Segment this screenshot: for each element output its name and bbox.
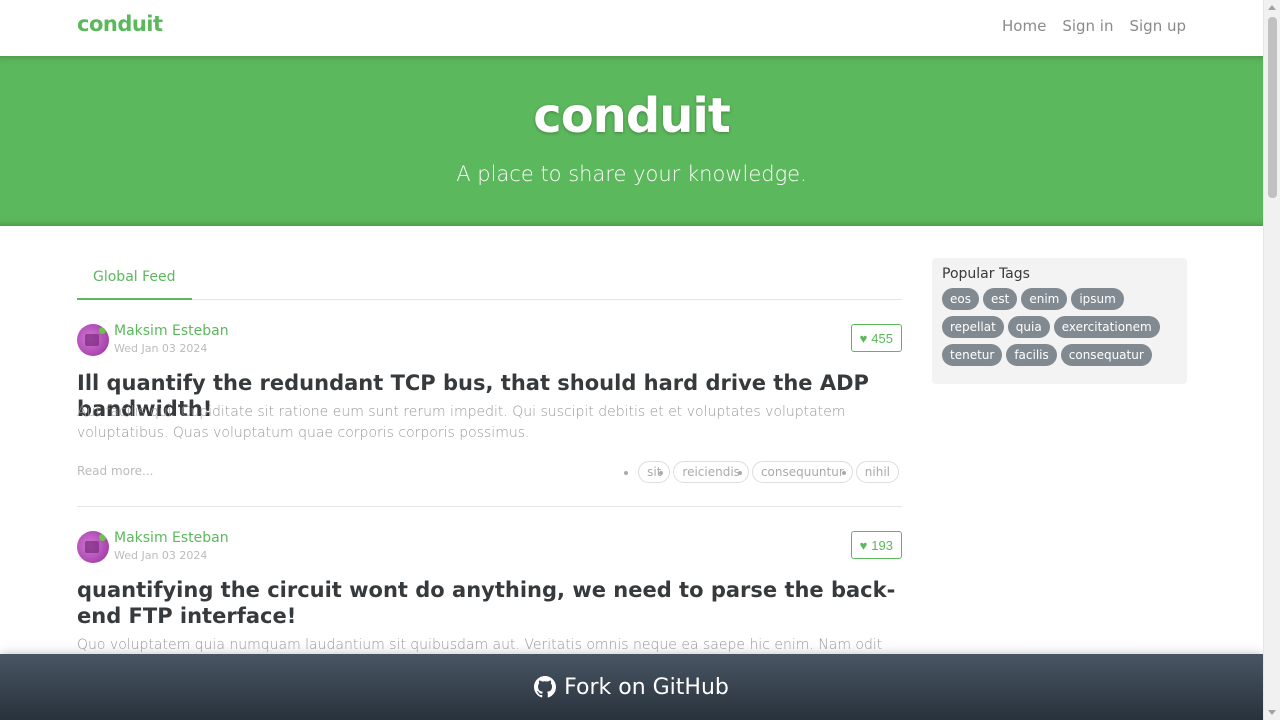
favorite-button[interactable]: ♥ 455 bbox=[850, 324, 902, 352]
scroll-thumb[interactable] bbox=[1268, 17, 1277, 198]
popular-tag[interactable]: enim bbox=[1021, 288, 1068, 310]
popular-tags-sidebar: Popular Tags eos est enim ipsum repellat… bbox=[932, 258, 1187, 384]
popular-tag-list: eos est enim ipsum repellat quia exercit… bbox=[942, 288, 1177, 366]
popular-tag[interactable]: eos bbox=[942, 288, 979, 310]
article-tag-list: sit reiciendis consequuntur nihil bbox=[638, 461, 899, 483]
popular-tag[interactable]: facilis bbox=[1006, 344, 1057, 366]
read-more-link[interactable]: Read more... bbox=[77, 464, 154, 478]
brand-logo-link[interactable]: conduit bbox=[77, 12, 163, 36]
scroll-down-arrow-icon[interactable] bbox=[1268, 710, 1276, 715]
hero-banner: conduit A place to share your knowledge. bbox=[0, 56, 1263, 226]
avatar[interactable] bbox=[77, 324, 109, 356]
article-title[interactable]: quantifying the circuit wont do anything… bbox=[77, 577, 902, 629]
article-tag[interactable]: sit bbox=[638, 461, 671, 483]
author-link[interactable]: Maksim Esteban bbox=[114, 323, 229, 339]
popular-tag[interactable]: consequatur bbox=[1060, 344, 1152, 366]
github-icon bbox=[534, 676, 557, 698]
favorite-count: 193 bbox=[871, 537, 893, 553]
popular-tag[interactable]: exercitationem bbox=[1053, 316, 1160, 338]
favorite-button[interactable]: ♥ 193 bbox=[850, 531, 902, 559]
favorite-count: 455 bbox=[871, 330, 893, 346]
heart-icon: ♥ bbox=[859, 330, 868, 346]
footer-label: Fork on GitHub bbox=[564, 674, 729, 700]
nav-links: Home Sign in Sign up bbox=[1002, 17, 1186, 35]
article-date: Wed Jan 03 2024 bbox=[114, 342, 208, 355]
nav-sign-in-link[interactable]: Sign in bbox=[1062, 17, 1113, 35]
popular-tag[interactable]: tenetur bbox=[942, 344, 1003, 366]
sidebar-title: Popular Tags bbox=[942, 266, 1030, 282]
article-preview: Maksim Esteban Wed Jan 03 2024 ♥ 455 Ill… bbox=[77, 322, 902, 507]
popular-tag[interactable]: quia bbox=[1007, 316, 1050, 338]
feed-toggle: Global Feed bbox=[77, 258, 902, 300]
fork-on-github-banner[interactable]: Fork on GitHub bbox=[0, 654, 1263, 720]
heart-icon: ♥ bbox=[859, 537, 868, 553]
article-tag[interactable]: consequuntur bbox=[751, 461, 853, 483]
tab-global-feed[interactable]: Global Feed bbox=[77, 258, 192, 300]
navbar: conduit Home Sign in Sign up bbox=[0, 0, 1263, 56]
banner-title: conduit bbox=[533, 88, 731, 144]
nav-home-link[interactable]: Home bbox=[1002, 17, 1046, 35]
page-scrollbar[interactable] bbox=[1263, 0, 1280, 720]
popular-tag[interactable]: repellat bbox=[942, 316, 1004, 338]
article-description[interactable]: Aut facilis qui. Cupiditate sit ratione … bbox=[77, 402, 902, 444]
banner-subtitle: A place to share your knowledge. bbox=[456, 162, 807, 186]
popular-tag[interactable]: ipsum bbox=[1071, 288, 1124, 310]
scroll-up-arrow-icon[interactable] bbox=[1268, 5, 1276, 10]
popular-tag[interactable]: est bbox=[982, 288, 1018, 310]
author-link[interactable]: Maksim Esteban bbox=[114, 530, 229, 546]
nav-sign-up-link[interactable]: Sign up bbox=[1129, 17, 1186, 35]
article-date: Wed Jan 03 2024 bbox=[114, 549, 208, 562]
avatar[interactable] bbox=[77, 531, 109, 563]
article-tag[interactable]: nihil bbox=[855, 461, 899, 483]
